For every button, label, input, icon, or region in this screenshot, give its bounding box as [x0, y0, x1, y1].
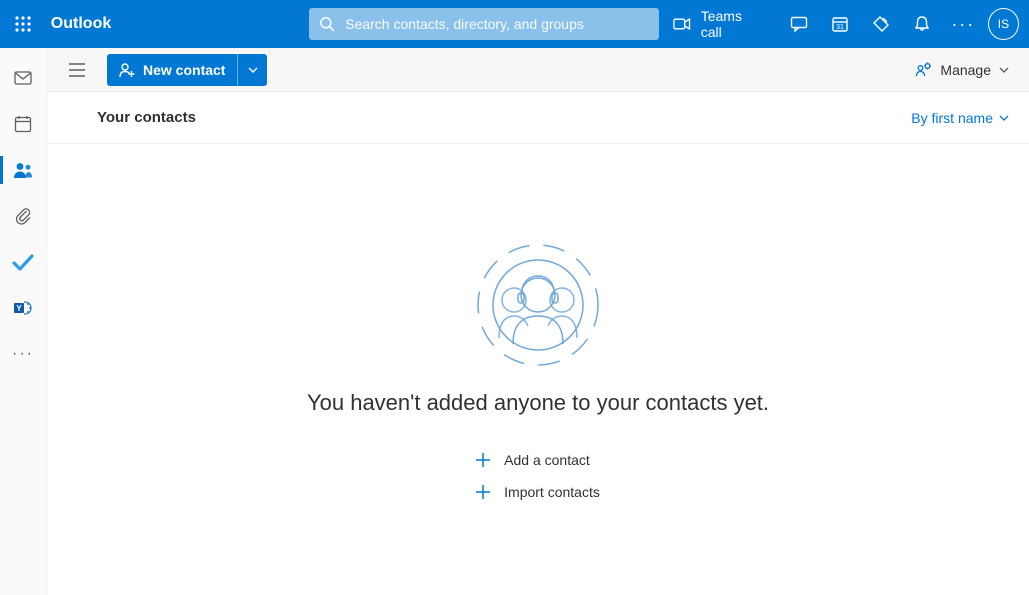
app-header: Outlook Teams call 31 [0, 0, 1029, 48]
bell-icon [913, 15, 931, 33]
new-contact-button[interactable]: New contact [107, 54, 237, 86]
chevron-down-icon [248, 67, 258, 73]
add-contact-label: Add a contact [504, 452, 590, 468]
rail-todo[interactable] [0, 242, 47, 282]
page-title: Your contacts [97, 109, 196, 126]
body: Y ··· New contact [0, 48, 1029, 595]
svg-text:31: 31 [837, 24, 845, 31]
chevron-down-icon [999, 115, 1009, 121]
waffle-icon [15, 16, 31, 32]
calendar-day-icon: 31 [831, 15, 849, 33]
add-contact-link[interactable]: Add a contact [466, 444, 610, 476]
attachment-icon [13, 206, 33, 226]
hamburger-icon [69, 63, 85, 77]
more-icon: ··· [12, 345, 34, 363]
svg-text:Y: Y [16, 304, 22, 313]
rail-yammer[interactable]: Y [0, 288, 47, 328]
rail-files[interactable] [0, 196, 47, 236]
more-icon: ··· [951, 20, 975, 28]
notifications-button[interactable] [902, 0, 943, 48]
yammer-icon: Y [13, 298, 33, 318]
rail-more-button[interactable]: ··· [0, 334, 47, 374]
nav-toggle-button[interactable] [61, 54, 93, 86]
sort-button[interactable]: By first name [911, 110, 1013, 126]
content-header: Your contacts By first name [47, 92, 1029, 144]
chevron-down-icon [999, 67, 1009, 73]
sort-label: By first name [911, 110, 993, 126]
empty-actions: Add a contact Import contacts [466, 444, 610, 508]
manage-label: Manage [940, 62, 991, 78]
add-contact-icon [119, 62, 135, 78]
todo-icon [12, 252, 34, 272]
empty-state: You haven't added anyone to your contact… [47, 144, 1029, 595]
import-contacts-label: Import contacts [504, 484, 600, 500]
empty-contacts-illustration [473, 240, 603, 370]
rail-mail[interactable] [0, 58, 47, 98]
search-container [309, 8, 659, 40]
people-icon [12, 160, 34, 180]
search-input[interactable] [343, 15, 649, 33]
plus-icon [476, 485, 490, 499]
app-launcher-button[interactable] [0, 0, 47, 48]
teams-call-button[interactable]: Teams call [659, 0, 779, 48]
rail-people[interactable] [0, 150, 47, 190]
chat-icon [790, 15, 808, 33]
main: New contact Manage Your contacts [47, 48, 1029, 595]
video-icon [673, 17, 691, 31]
command-bar: New contact Manage [47, 48, 1029, 92]
search-icon [319, 16, 335, 32]
calendar-day-button[interactable]: 31 [820, 0, 861, 48]
new-contact-split-button: New contact [107, 54, 267, 86]
empty-message: You haven't added anyone to your contact… [307, 390, 769, 416]
new-contact-label: New contact [143, 62, 225, 78]
meet-now-button[interactable] [779, 0, 820, 48]
tag-icon [872, 15, 890, 33]
gear-people-icon [914, 61, 932, 79]
manage-button[interactable]: Manage [910, 61, 1013, 79]
content: Your contacts By first name [47, 92, 1029, 595]
search-box[interactable] [309, 8, 659, 40]
left-rail: Y ··· [0, 48, 47, 595]
teams-call-label: Teams call [701, 8, 765, 40]
calendar-icon [13, 114, 33, 134]
plus-icon [476, 453, 490, 467]
avatar-initials: IS [998, 17, 1009, 31]
rail-calendar[interactable] [0, 104, 47, 144]
header-more-button[interactable]: ··· [943, 0, 984, 48]
new-contact-dropdown-button[interactable] [237, 54, 267, 86]
account-avatar[interactable]: IS [988, 8, 1019, 40]
brand-label[interactable]: Outlook [47, 15, 119, 33]
mail-icon [13, 68, 33, 88]
import-contacts-link[interactable]: Import contacts [466, 476, 610, 508]
tips-button[interactable] [861, 0, 902, 48]
